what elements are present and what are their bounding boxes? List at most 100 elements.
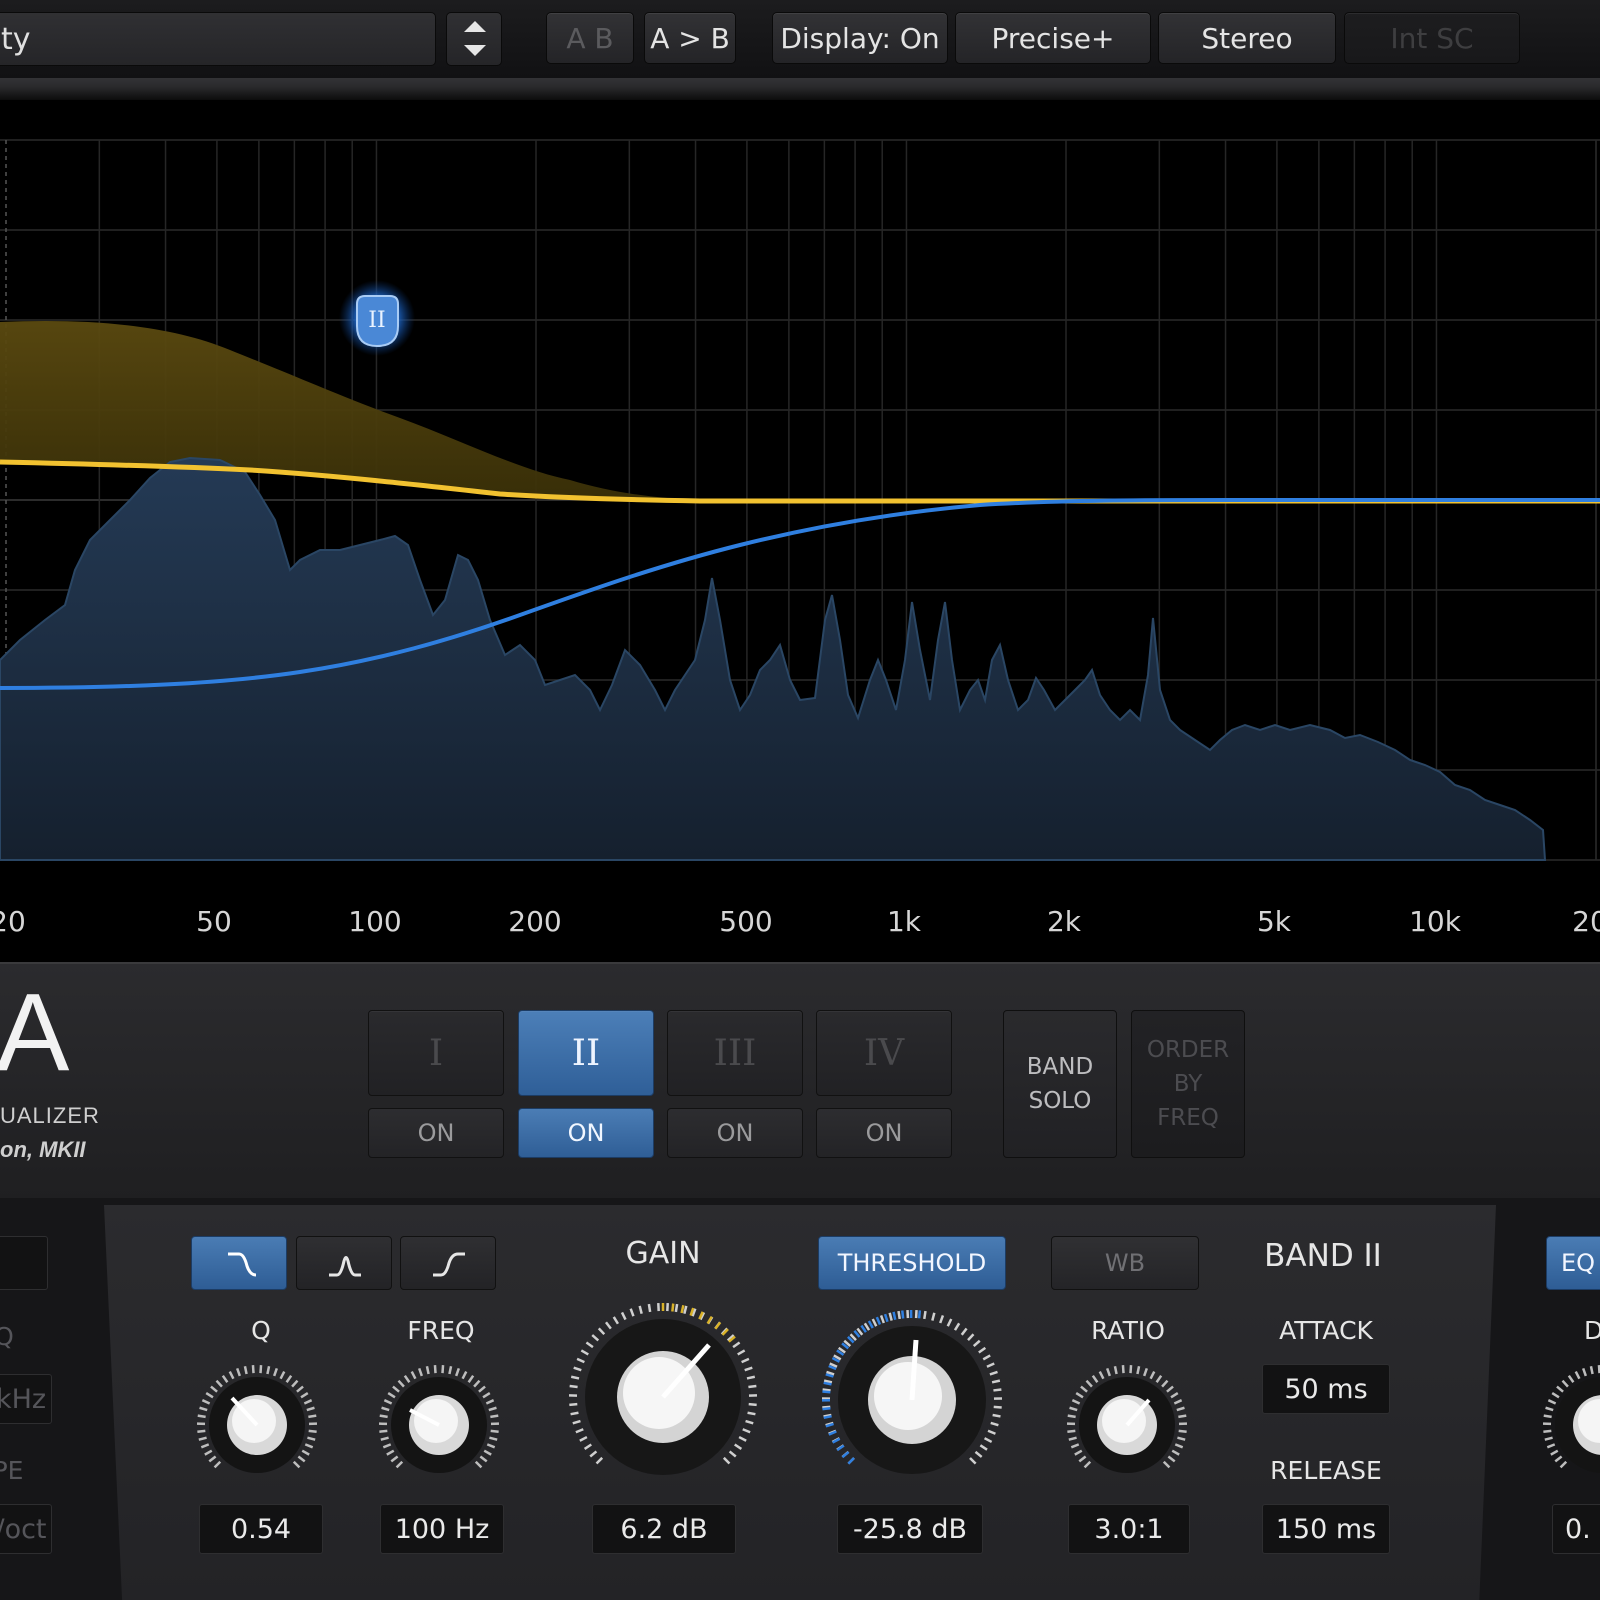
knob-tick (304, 1443, 314, 1449)
knob-tick (591, 1334, 600, 1342)
dry-knob[interactable] (1538, 1360, 1600, 1494)
band-1-button[interactable]: I (368, 1010, 504, 1096)
threshold-knob[interactable] (812, 1300, 1012, 1494)
knob-tick (201, 1399, 211, 1405)
knob-tick (285, 1374, 293, 1383)
knob-tick (575, 1428, 584, 1434)
freq-label: 50 (196, 905, 232, 938)
knob-tick (204, 1449, 213, 1456)
knob-tick (1544, 1436, 1553, 1441)
freq-value[interactable]: 100 Hz (380, 1504, 504, 1554)
knob-tick (205, 1392, 214, 1399)
order-by-freq-line3: FREQ (1157, 1105, 1219, 1131)
internal-sidechain-button[interactable]: Int SC (1344, 12, 1520, 64)
ratio-knob-graphic (1066, 1365, 1188, 1473)
band-2-node[interactable]: II (339, 280, 415, 356)
knob-tick (1071, 1399, 1081, 1405)
knob-tick (1173, 1399, 1183, 1405)
knob-tick (620, 1311, 627, 1321)
knob-tick (478, 1385, 486, 1393)
preset-stepper[interactable] (446, 12, 502, 66)
release-value[interactable]: 150 ms (1262, 1504, 1390, 1554)
band-3-on-toggle[interactable]: ON (667, 1108, 803, 1158)
q-value[interactable]: 0.54 (199, 1504, 323, 1554)
knob-tick (454, 1367, 460, 1377)
knob-tick (823, 1381, 832, 1386)
knob-tick (1551, 1392, 1560, 1399)
ab-compare-button[interactable]: A B (546, 12, 634, 64)
wideband-button[interactable]: WB (1051, 1236, 1199, 1290)
dry-value[interactable]: 0. (1552, 1504, 1600, 1554)
knob-tick (1170, 1392, 1179, 1399)
knob-tick (987, 1429, 996, 1435)
knob-tick (897, 1310, 901, 1320)
knob-tick (467, 1374, 475, 1383)
knob-tick (448, 1365, 453, 1375)
display-toggle-button[interactable]: Display: On (772, 12, 948, 64)
ratio-knob[interactable] (1062, 1360, 1192, 1494)
gain-knob-graphic (568, 1303, 758, 1475)
attack-label: ATTACK (1279, 1316, 1373, 1345)
left-partial-value[interactable]: kHz (0, 1374, 52, 1424)
knob-tick (741, 1357, 750, 1364)
q-knob[interactable] (192, 1360, 322, 1494)
ratio-value[interactable]: 3.0:1 (1068, 1504, 1190, 1554)
band-4-on-toggle[interactable]: ON (816, 1108, 952, 1158)
knob-tick (221, 1374, 229, 1383)
band-4-button[interactable]: IV (816, 1010, 952, 1096)
preset-name-field[interactable]: ty (0, 12, 436, 66)
knob-tick (1166, 1385, 1174, 1393)
attack-value[interactable]: 50 ms (1262, 1364, 1390, 1414)
arrow-down-icon[interactable] (464, 45, 486, 56)
knob-tick (1171, 1449, 1180, 1456)
knob-tick (259, 1365, 263, 1374)
knob-tick (1582, 1367, 1588, 1377)
knob-tick (742, 1428, 751, 1434)
knob-tick (748, 1384, 757, 1389)
order-by-freq-button[interactable]: ORDER BY FREQ (1131, 1010, 1245, 1158)
threshold-knob-graphic (821, 1309, 1003, 1474)
band-1-on-toggle[interactable]: ON (368, 1108, 504, 1158)
eq-mode-button[interactable]: EQ (1546, 1236, 1600, 1290)
high-shelf-shape-button[interactable] (400, 1236, 496, 1290)
knob-tick (946, 1318, 953, 1327)
threshold-button[interactable]: THRESHOLD (818, 1236, 1006, 1290)
knob-tick (1162, 1460, 1171, 1469)
knob-tick (1176, 1406, 1185, 1412)
left-partial-value[interactable]: /oct (0, 1504, 52, 1554)
band-solo-button[interactable]: BAND SOLO (1003, 1010, 1117, 1158)
threshold-value[interactable]: -25.8 dB (837, 1504, 983, 1554)
knob-tick (395, 1460, 404, 1469)
knob-tick (979, 1444, 988, 1451)
gain-value[interactable]: 6.2 dB (592, 1504, 736, 1554)
threshold-button-label: THRESHOLD (837, 1249, 987, 1277)
band-solo-line2: SOLO (1028, 1088, 1092, 1114)
gain-knob[interactable] (561, 1295, 765, 1489)
arrow-up-icon[interactable] (464, 21, 486, 32)
knob-tick (986, 1362, 995, 1368)
knob-tick (1113, 1365, 1118, 1375)
band-2-on-toggle[interactable]: ON (518, 1108, 654, 1158)
left-partial-button[interactable] (0, 1236, 48, 1290)
knob-tick (931, 1312, 936, 1321)
stereo-mode-button[interactable]: Stereo (1158, 12, 1336, 64)
copy-a-to-b-button[interactable]: A > B (644, 12, 736, 64)
knob-tick (863, 1322, 871, 1331)
precise-mode-button[interactable]: Precise+ (955, 12, 1151, 64)
peak-shape-button[interactable] (296, 1236, 392, 1290)
band-2-button[interactable]: II (518, 1010, 654, 1096)
eq-graph[interactable]: II 20 50 100 200 500 1k 2k 5k 10k 20 (0, 100, 1600, 962)
knob-tick (647, 1303, 652, 1313)
freq-label: 500 (719, 905, 773, 938)
knob-tick (939, 1315, 945, 1324)
low-shelf-shape-button[interactable] (191, 1236, 287, 1290)
high-shelf-icon (433, 1252, 465, 1277)
freq-label: 10k (1409, 905, 1461, 938)
freq-knob[interactable] (374, 1360, 504, 1494)
freq-knob-graphic (378, 1365, 500, 1473)
preset-name: ty (1, 21, 31, 57)
eq-graph-canvas[interactable]: II (0, 100, 1600, 962)
knob-tick (308, 1429, 317, 1433)
band-3-button[interactable]: III (667, 1010, 803, 1096)
peak-icon (329, 1256, 361, 1277)
